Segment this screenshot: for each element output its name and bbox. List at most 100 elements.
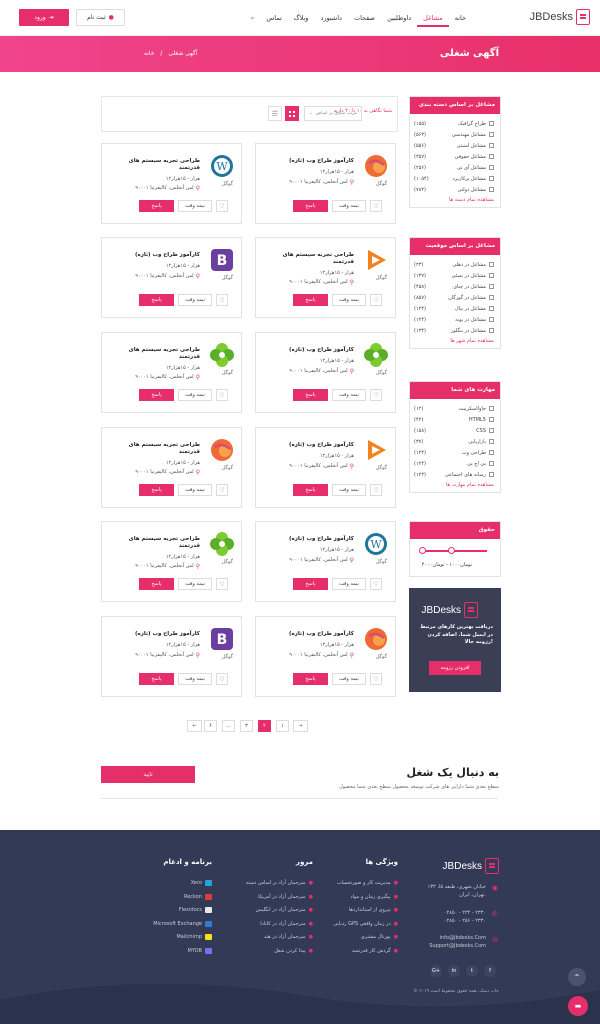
nav-blog[interactable]: وبلاگ — [288, 11, 315, 27]
job-card[interactable]: گوگل کارآموز طراح وب (تازه) ۱۲هزار - ۱۵هزا… — [255, 616, 396, 697]
footer-link[interactable]: ● مدیریت کار و صورتحساب — [337, 880, 398, 886]
checkbox[interactable] — [489, 143, 494, 148]
checkbox[interactable] — [489, 450, 494, 455]
job-card[interactable]: W گوگل طراحی تجربه سیستم های قدرتمند ۱۲هزار… — [101, 143, 242, 224]
pagination-page-3[interactable]: ۳ — [240, 720, 253, 732]
job-type-button[interactable]: نیمه وقت — [178, 200, 212, 212]
job-type-button[interactable]: نیمه وقت — [178, 484, 212, 496]
heart-icon[interactable]: ♡ — [370, 673, 382, 685]
sort-select[interactable]: ⌄ مرتب سازی بر اساس — [304, 106, 362, 121]
skills-filter-item[interactable]: (۱۲۴) طراحی وب — [410, 447, 500, 458]
heart-icon[interactable]: ♡ — [216, 673, 228, 685]
heart-icon[interactable]: ♡ — [216, 484, 228, 496]
categories-filter-item[interactable]: (۵۶۳) مشاغل مهندسی — [410, 129, 500, 140]
job-title[interactable]: طراحی تجربه سیستم های قدرتمند — [120, 442, 200, 456]
footer-link[interactable]: ● پورتال مشتری — [361, 934, 398, 940]
job-title[interactable]: کارآموز طراح وب (تازه) — [274, 631, 354, 638]
job-title[interactable]: کارآموز طراح وب (تازه) — [120, 252, 200, 259]
heart-icon[interactable]: ♡ — [216, 389, 228, 401]
salary-slider-handle-max[interactable] — [448, 547, 455, 554]
heart-icon[interactable]: ♡ — [370, 294, 382, 306]
login-button[interactable]: ورود ⇥ — [19, 9, 69, 26]
nav-contact[interactable]: تماس — [260, 11, 287, 27]
categories-filter-item[interactable]: (۲۵۶) مشاغل آی تی — [410, 162, 500, 173]
pagination-prev[interactable]: ← — [187, 720, 202, 732]
search-icon[interactable]: ⌕ — [245, 11, 261, 27]
job-card[interactable]: W گوگل کارآموز طراح وب (تازه) ۱۲هزار - ۱۵هز… — [255, 521, 396, 602]
job-type-button[interactable]: نیمه وقت — [332, 484, 366, 496]
footer-logo[interactable]: JBDesks — [443, 858, 499, 874]
apply-button[interactable]: پاسخ — [139, 389, 174, 401]
job-type-button[interactable]: نیمه وقت — [332, 294, 366, 306]
apply-button[interactable]: پاسخ — [139, 294, 174, 306]
checkbox[interactable] — [489, 154, 494, 159]
categories-filter-item[interactable]: (۳۵۷) مشاغل حقوقی — [410, 151, 500, 162]
locations-filter-item[interactable]: (۲۳) مشاغل در دهلی — [410, 259, 500, 270]
footer-link[interactable]: ● مترجمان آزاد در هند — [264, 934, 313, 940]
job-title[interactable]: کارآموز طراح وب (تازه) — [274, 158, 354, 165]
chat-button[interactable]: ▬ — [568, 996, 588, 1016]
footer-phone-2[interactable]: ۰۲۸۵۰ - ۲۵۶ - ۲۳۳۰ — [444, 917, 486, 925]
job-title[interactable]: طراحی تجربه سیستم های قدرتمند — [120, 536, 200, 550]
job-card[interactable]: گوگل طراحی تجربه سیستم های قدرتمند ۱۲هزار … — [101, 332, 242, 413]
job-title[interactable]: کارآموز طراح وب (تازه) — [274, 442, 354, 449]
job-card[interactable]: گوگل کارآموز طراح وب (تازه) ۱۲هزار - ۱۵هزا… — [255, 143, 396, 224]
job-type-button[interactable]: نیمه وقت — [332, 673, 366, 685]
skills-view-all-link[interactable]: مشاهده تمام مهارت ها — [410, 480, 500, 492]
categories-filter-item[interactable]: (۱۰۵۴) مشاغل پرکاربرد — [410, 173, 500, 184]
checkbox[interactable] — [489, 328, 494, 333]
job-card[interactable]: گوگل کارآموز طراح وب (تازه) ۱۲هزار - ۱۵هزا… — [255, 427, 396, 508]
footer-link[interactable]: ● ردیابی GPS در زمان واقعی — [333, 921, 398, 927]
apply-button[interactable]: پاسخ — [293, 294, 328, 306]
pagination-page-2[interactable]: ۲ — [258, 720, 271, 732]
skills-filter-item[interactable]: (۱۵۸) CSS — [410, 425, 500, 436]
apply-button[interactable]: پاسخ — [293, 200, 328, 212]
job-type-button[interactable]: نیمه وقت — [178, 294, 212, 306]
heart-icon[interactable]: ♡ — [370, 484, 382, 496]
footer-link[interactable]: ● پیگیری زمان و مواد — [350, 894, 398, 900]
grid-view-icon[interactable] — [285, 106, 299, 121]
apply-button[interactable]: پاسخ — [139, 484, 174, 496]
footer-link[interactable]: Microsoft Exchange — [153, 920, 212, 927]
job-card[interactable]: گوگل کارآموز طراح وب (تازه) ۱۲هزار - ۱۵هزا… — [255, 332, 396, 413]
nav-home[interactable]: خانه — [449, 11, 472, 27]
footer-link[interactable]: ● مترجمان آزاد در آمریکا — [258, 894, 313, 900]
checkbox[interactable] — [489, 262, 494, 267]
site-logo[interactable]: JBDesks — [530, 9, 590, 25]
checkbox[interactable] — [489, 176, 494, 181]
checkbox[interactable] — [489, 306, 494, 311]
apply-button[interactable]: پاسخ — [139, 200, 174, 212]
categories-filter-item[interactable]: (۷۸۴) مشاغل دولتی — [410, 184, 500, 195]
footer-link[interactable]: Mailchimp — [176, 934, 212, 940]
nav-jobs[interactable]: مشاغل — [417, 11, 449, 27]
job-type-button[interactable]: نیمه وقت — [332, 389, 366, 401]
apply-button[interactable]: پاسخ — [139, 578, 174, 590]
footer-link[interactable]: MYOB — [188, 947, 212, 954]
heart-icon[interactable]: ♡ — [216, 294, 228, 306]
job-title[interactable]: طراحی تجربه سیستم های قدرتمند — [120, 347, 200, 361]
job-card[interactable]: گوگل طراحی تجربه سیستم های قدرتمند ۱۲هزار … — [255, 237, 396, 318]
footer-link[interactable]: ● پیروی از استانداردها — [349, 907, 398, 913]
footer-link[interactable]: ● گردش کار قدرتمند — [352, 948, 398, 954]
footer-email-1[interactable]: info@Jbdesks.Com — [429, 934, 486, 942]
footer-link[interactable]: ● مترجمان آزاد در انگلیس — [256, 907, 313, 913]
footer-link[interactable]: Xero — [191, 880, 212, 886]
cta-submit-button[interactable]: تایید — [101, 766, 195, 783]
nav-pages[interactable]: صفحات — [348, 11, 381, 27]
job-card[interactable]: گوگل طراحی تجربه سیستم های قدرتمند ۱۲هزار … — [101, 427, 242, 508]
heart-icon[interactable]: ♡ — [216, 578, 228, 590]
checkbox[interactable] — [489, 406, 494, 411]
add-resume-button[interactable]: افزودن رزومه — [429, 661, 481, 675]
heart-icon[interactable]: ♡ — [370, 578, 382, 590]
checkbox[interactable] — [489, 317, 494, 322]
salary-slider-handle-min[interactable] — [419, 547, 426, 554]
job-type-button[interactable]: نیمه وقت — [178, 673, 212, 685]
footer-phone-1[interactable]: ۰۲۸۵۰ - ۲۳۴ - ۲۳۳۰ — [444, 909, 486, 917]
scroll-top-button[interactable]: ⌃ — [568, 968, 586, 986]
nav-dashboard[interactable]: داشبورد — [314, 11, 348, 27]
checkbox[interactable] — [489, 132, 494, 137]
checkbox[interactable] — [489, 165, 494, 170]
checkbox[interactable] — [489, 439, 494, 444]
heart-icon[interactable]: ♡ — [370, 200, 382, 212]
categories-view-all-link[interactable]: مشاهده تمام دسته ها — [410, 195, 500, 207]
